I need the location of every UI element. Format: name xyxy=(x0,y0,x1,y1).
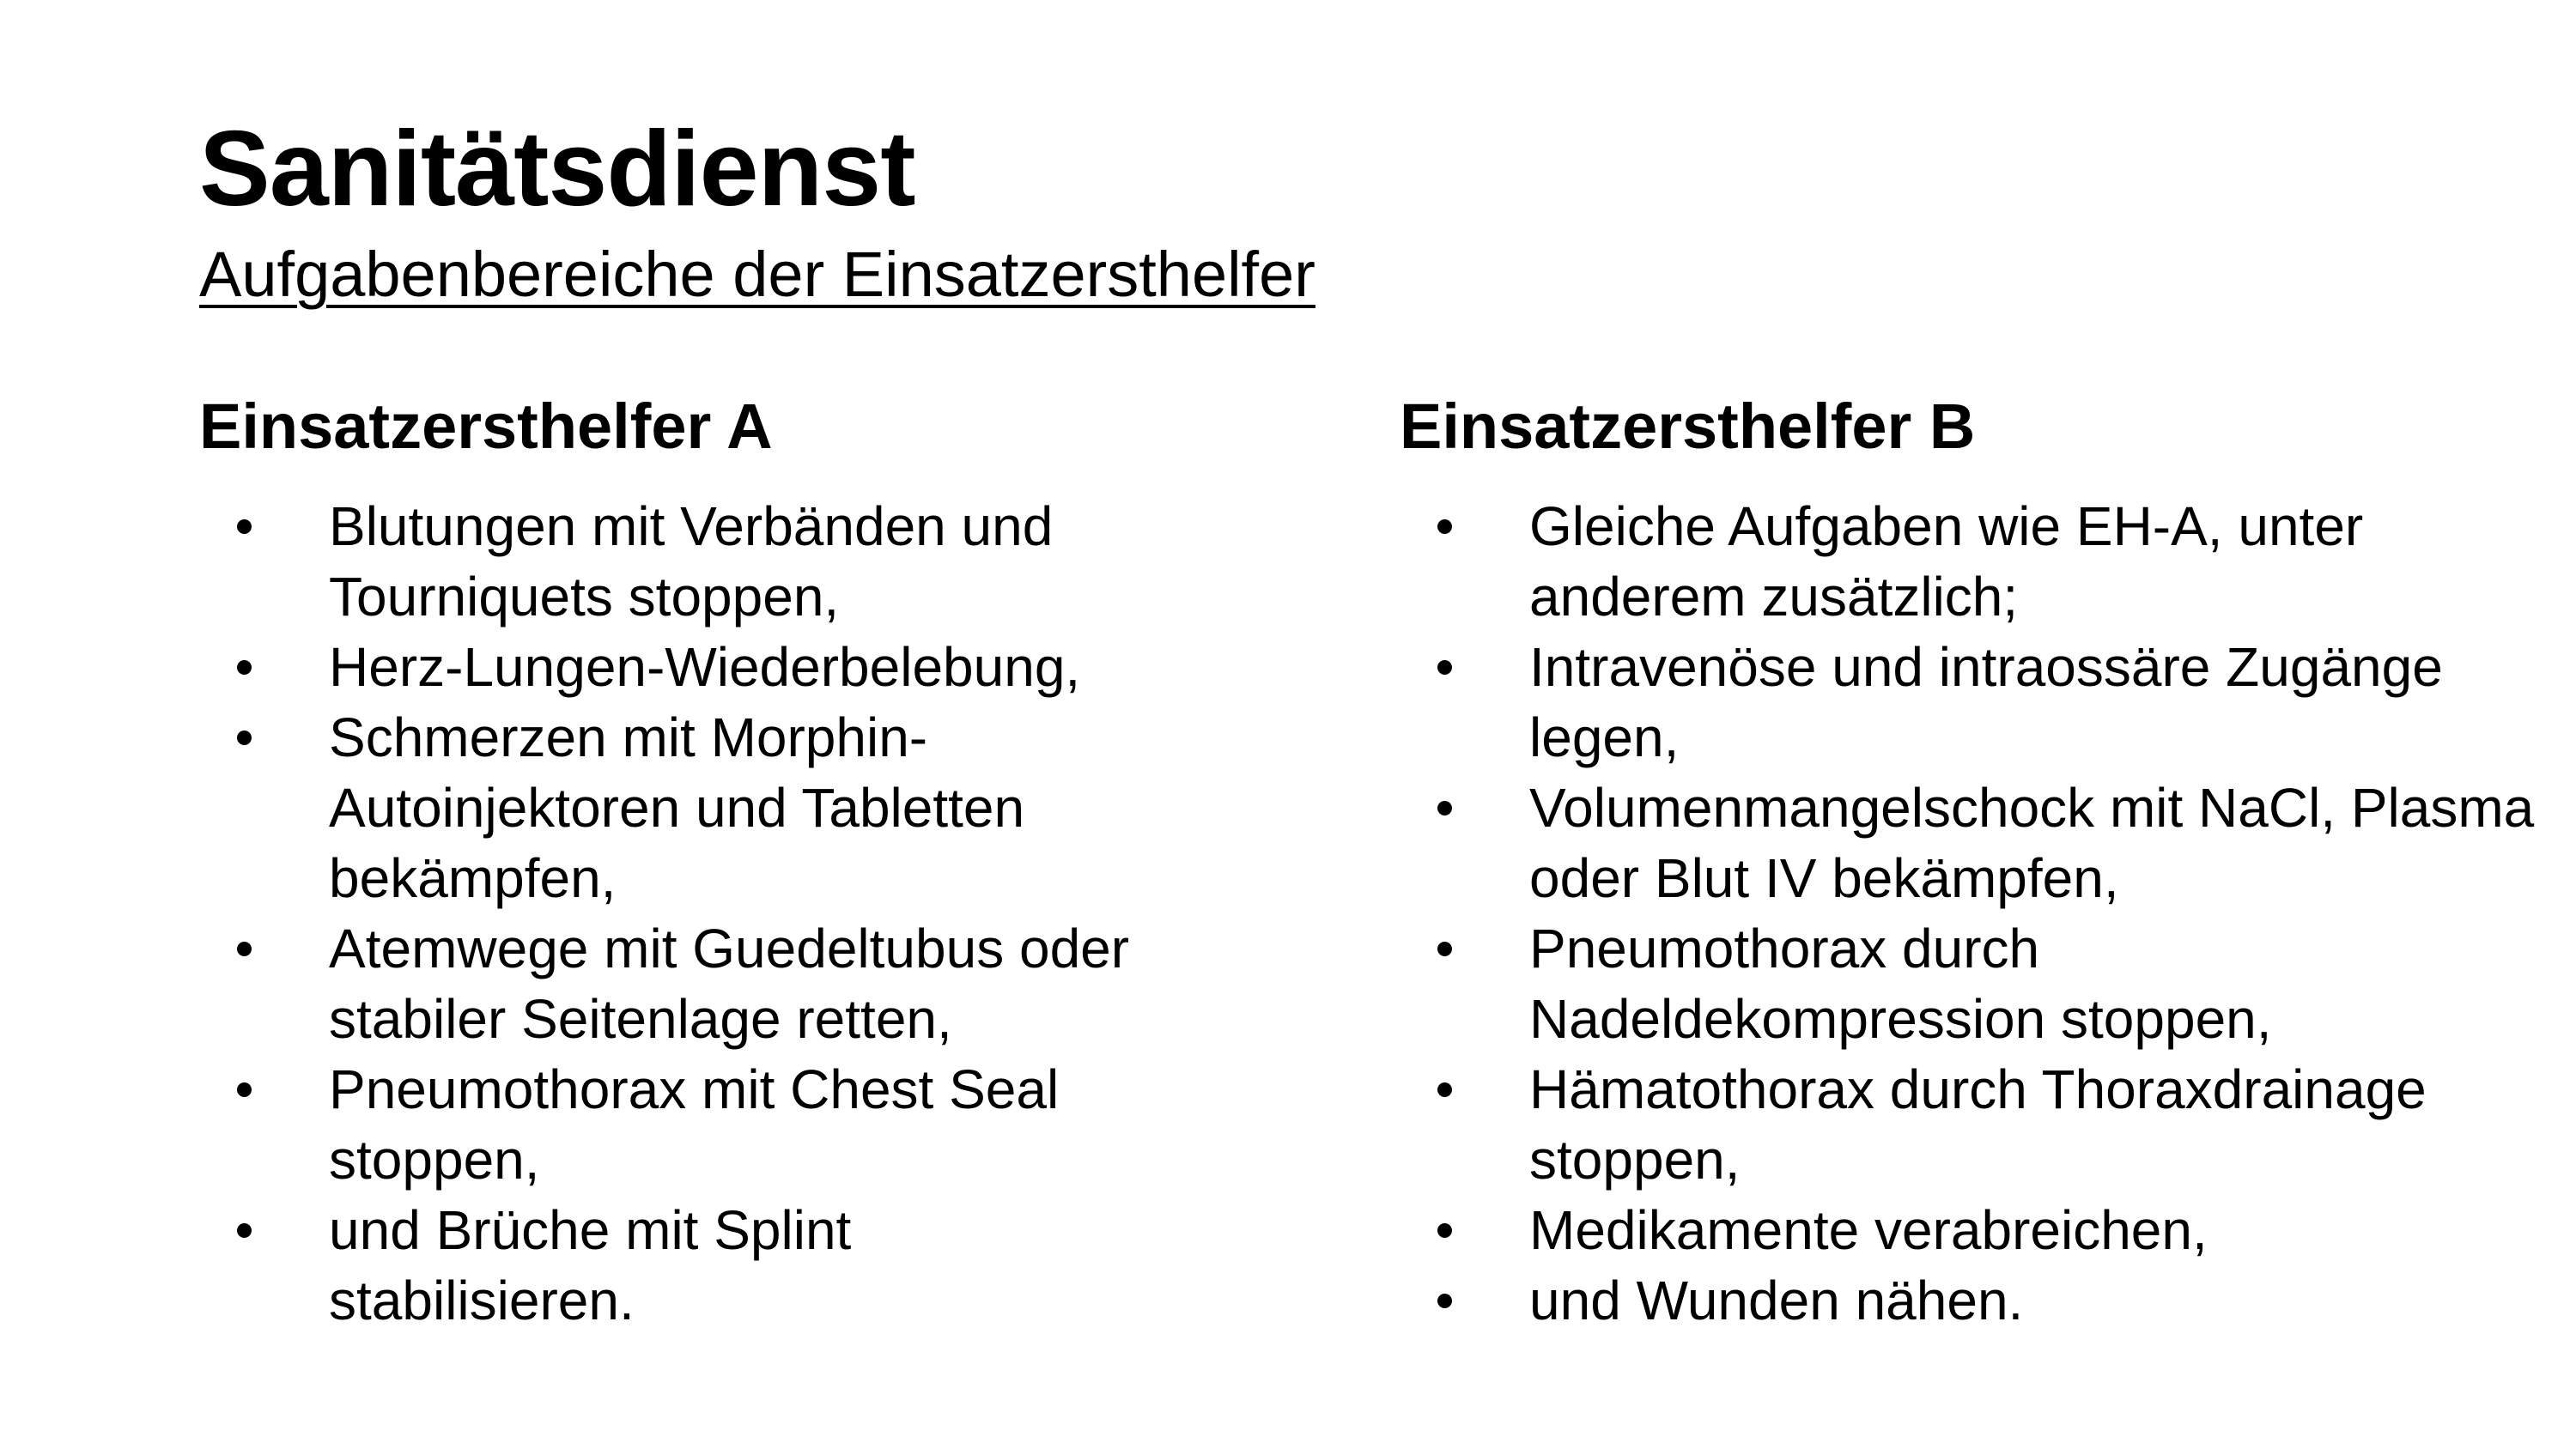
list-item: Pneumothorax mit Chest Seal stoppen, xyxy=(199,1054,1170,1195)
list-item-text: und Brüche mit Splint stabilisieren. xyxy=(329,1199,852,1331)
list-item-text: Pneumothorax mit Chest Seal stoppen, xyxy=(329,1058,1060,1191)
bullet-icon xyxy=(1437,801,1452,815)
list-item-text: Schmerzen mit Morphin-Autoinjektoren und… xyxy=(329,706,1025,909)
column-heading: Einsatzersthelfer B xyxy=(1400,391,1976,462)
bullet-icon xyxy=(237,660,252,675)
bullet-list: Blutungen mit Verbänden und Tourniquets … xyxy=(199,491,1212,1336)
list-item: und Wunden nähen. xyxy=(1400,1265,2543,1336)
bullet-icon xyxy=(1437,1223,1452,1238)
list-item-text: Gleiche Aufgaben wie EH-A, unter anderem… xyxy=(1529,495,2364,627)
list-item: Medikamente verabreichen, xyxy=(1400,1195,2543,1265)
bullet-list: Gleiche Aufgaben wie EH-A, unter anderem… xyxy=(1400,491,2534,1336)
list-item: Atemwege mit Guedeltubus oder stabiler S… xyxy=(199,913,1256,1054)
bullet-icon xyxy=(1437,660,1452,675)
bullet-icon xyxy=(237,1223,252,1238)
list-item: Intravenöse und intraossäre Zugänge lege… xyxy=(1400,632,2457,773)
list-item-text: Blutungen mit Verbänden und Tourniquets … xyxy=(329,495,1054,627)
slide-title: Sanitätsdienst xyxy=(199,110,916,228)
list-item-text: Intravenöse und intraossäre Zugänge lege… xyxy=(1529,636,2443,768)
list-item: Hämatothorax durch Thoraxdrainage stoppe… xyxy=(1400,1054,2457,1195)
list-item: Volumenmangelschock mit NaCl, Plasma ode… xyxy=(1400,773,2543,913)
list-item-text: und Wunden nähen. xyxy=(1529,1270,2024,1331)
slide: Sanitätsdienst Aufgabenbereiche der Eins… xyxy=(0,0,2576,1449)
column-einsatzersthelfer-b: Einsatzersthelfer B Gleiche Aufgaben wie… xyxy=(1400,391,2534,1336)
bullet-icon xyxy=(237,942,252,956)
list-item-text: Volumenmangelschock mit NaCl, Plasma ode… xyxy=(1529,777,2535,909)
slide-subtitle: Aufgabenbereiche der Einsatzersthelfer xyxy=(199,239,1315,310)
list-item: Blutungen mit Verbänden und Tourniquets … xyxy=(199,491,1188,632)
bullet-icon xyxy=(1437,1082,1452,1097)
list-item: Herz-Lungen-Wiederbelebung, xyxy=(199,632,1273,702)
bullet-icon xyxy=(1437,942,1452,956)
column-einsatzersthelfer-a: Einsatzersthelfer A Blutungen mit Verbän… xyxy=(199,395,1212,1336)
list-item-text: Pneumothorax durch Nadeldekompression st… xyxy=(1529,918,2272,1050)
bullet-icon xyxy=(237,731,252,745)
column-heading: Einsatzersthelfer A xyxy=(199,391,773,462)
list-item-text: Atemwege mit Guedeltubus oder stabiler S… xyxy=(329,918,1130,1050)
list-item: Pneumothorax durch Nadeldekompression st… xyxy=(1400,913,2525,1054)
bullet-icon xyxy=(1437,1294,1452,1308)
list-item-text: Herz-Lungen-Wiederbelebung, xyxy=(329,636,1081,698)
bullet-icon xyxy=(237,1082,252,1097)
list-item-text: Medikamente verabreichen, xyxy=(1529,1199,2208,1261)
bullet-icon xyxy=(237,519,252,534)
list-item: Gleiche Aufgaben wie EH-A, unter anderem… xyxy=(1400,491,2457,632)
bullet-icon xyxy=(1437,519,1452,534)
list-item-text: Hämatothorax durch Thoraxdrainage stoppe… xyxy=(1529,1058,2427,1191)
list-item: und Brüche mit Splint stabilisieren. xyxy=(199,1195,1119,1336)
list-item: Schmerzen mit Morphin-Autoinjektoren und… xyxy=(199,702,1170,913)
